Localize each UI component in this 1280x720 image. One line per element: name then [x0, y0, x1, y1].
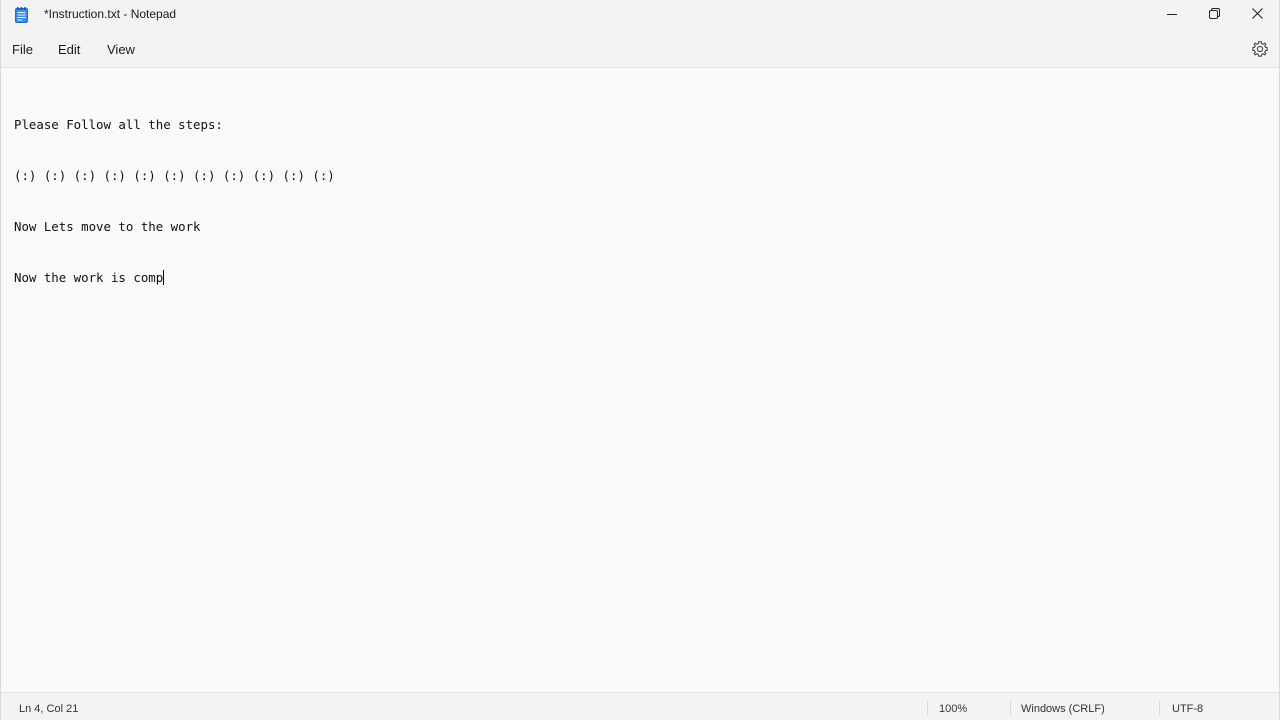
title-bar[interactable]: *Instruction.txt - Notepad — [1, 0, 1279, 30]
close-button[interactable] — [1234, 0, 1280, 30]
menu-edit[interactable]: Edit — [58, 42, 80, 57]
encoding[interactable]: UTF-8 — [1172, 703, 1203, 715]
vertical-scrollbar[interactable] — [1269, 68, 1279, 692]
text-caret — [163, 270, 165, 285]
line-ending[interactable]: Windows (CRLF) — [1021, 703, 1105, 715]
menu-bar: File Edit View — [1, 30, 1279, 68]
settings-button[interactable] — [1251, 40, 1269, 58]
status-divider — [927, 701, 928, 715]
minimize-button[interactable] — [1149, 0, 1195, 30]
window-title: *Instruction.txt - Notepad — [44, 7, 177, 21]
menu-view[interactable]: View — [107, 42, 135, 57]
notepad-window: *Instruction.txt - Notepad File Edit Vie… — [0, 0, 1280, 720]
editor-line: (:) (:) (:) (:) (:) (:) (:) (:) (:) (:) … — [14, 168, 335, 183]
editor-line: Please Follow all the steps: — [14, 117, 223, 132]
cursor-position: Ln 4, Col 21 — [19, 703, 79, 715]
editor-text[interactable]: Please Follow all the steps: (:) (:) (:)… — [14, 82, 335, 320]
menu-file[interactable]: File — [12, 42, 33, 57]
minimize-icon — [1167, 6, 1177, 24]
restore-button[interactable] — [1191, 0, 1237, 30]
text-editor[interactable]: Please Follow all the steps: (:) (:) (:)… — [1, 68, 1279, 692]
gear-icon — [1251, 41, 1269, 62]
status-divider — [1010, 701, 1011, 715]
notepad-icon — [15, 7, 28, 23]
restore-icon — [1208, 6, 1220, 24]
status-divider — [1159, 701, 1160, 715]
close-icon — [1251, 6, 1263, 24]
editor-line: Now Lets move to the work — [14, 219, 201, 234]
editor-line-text: Now the work is comp — [14, 270, 164, 285]
editor-line-current: Now the work is comp — [14, 269, 335, 286]
zoom-level[interactable]: 100% — [939, 703, 967, 715]
status-bar: Ln 4, Col 21 100% Windows (CRLF) UTF-8 — [1, 692, 1279, 720]
